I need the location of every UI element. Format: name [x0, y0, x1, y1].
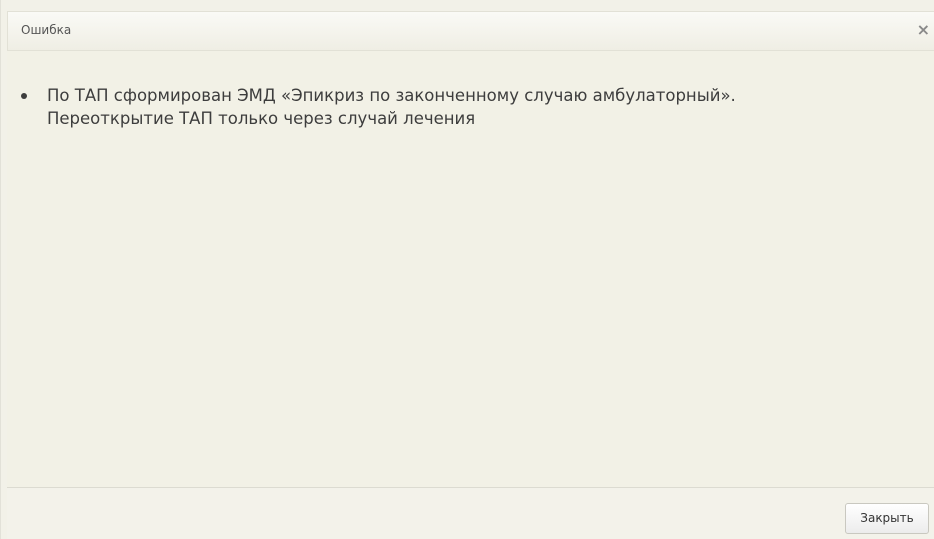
error-dialog: Ошибка × По ТАП сформирован ЭМД «Эпикриз…: [0, 0, 934, 539]
dialog-footer: Закрыть: [7, 487, 934, 539]
close-icon[interactable]: ×: [917, 22, 930, 38]
error-message-list: По ТАП сформирован ЭМД «Эпикриз по закон…: [19, 84, 736, 130]
bullet-icon: [21, 93, 27, 99]
error-message-line-2: Переоткрытие ТАП только через случай леч…: [47, 109, 476, 128]
dialog-body: По ТАП сформирован ЭМД «Эпикриз по закон…: [7, 51, 934, 487]
dialog-title: Ошибка: [21, 23, 72, 37]
error-message: По ТАП сформирован ЭМД «Эпикриз по закон…: [19, 84, 736, 130]
close-button[interactable]: Закрыть: [845, 503, 929, 534]
dialog-titlebar: Ошибка ×: [7, 11, 934, 51]
error-message-line-1: По ТАП сформирован ЭМД «Эпикриз по закон…: [47, 86, 736, 105]
